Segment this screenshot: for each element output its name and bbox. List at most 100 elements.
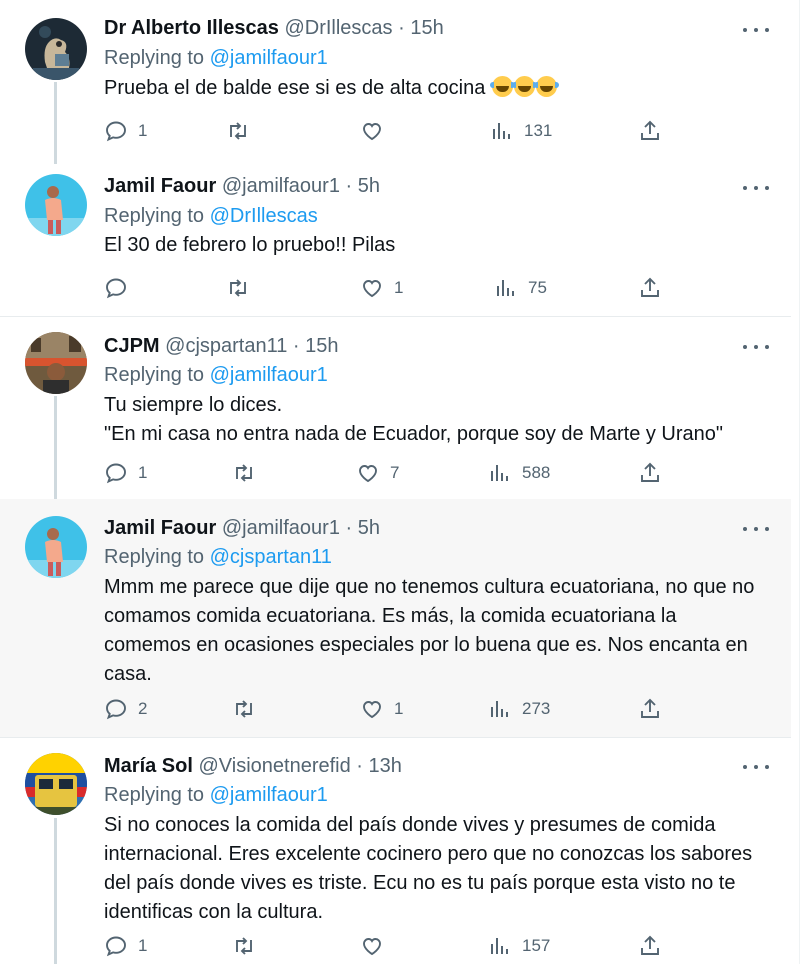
mention-link[interactable]: @jamilfaour1 <box>210 784 328 806</box>
more-icon[interactable] <box>743 21 769 39</box>
mention-link[interactable]: @cjspartan11 <box>210 546 332 568</box>
reply-button[interactable] <box>104 274 138 302</box>
retweet-button[interactable] <box>226 274 260 302</box>
tweet-text-line: "En mi casa no entra nada de Ecuador, po… <box>104 423 724 445</box>
heart-icon <box>363 938 381 956</box>
like-button[interactable] <box>360 932 394 960</box>
views-button[interactable]: 273 <box>488 695 550 723</box>
author-handle[interactable]: @jamilfaour1 <box>222 517 340 539</box>
replying-to: Replying to @DrIllescas <box>104 203 318 229</box>
views-button[interactable]: 588 <box>488 459 550 487</box>
tweet-maria-sol[interactable]: María Sol @Visionetnerefid · 13h Replyin… <box>0 738 791 964</box>
tweet-text: Mmm me parece que dije que no tenemos cu… <box>104 573 764 689</box>
tweet-time[interactable]: · 15h <box>293 335 339 357</box>
replying-to: Replying to @jamilfaour1 <box>104 782 328 808</box>
tweet-jamil-faour[interactable]: Jamil Faour @jamilfaour1 · 5h Replying t… <box>0 160 791 315</box>
avatar[interactable] <box>25 18 87 80</box>
avatar[interactable] <box>25 753 87 815</box>
views-button[interactable]: 157 <box>488 932 550 960</box>
like-button[interactable]: 1 <box>360 695 403 723</box>
reply-button[interactable]: 2 <box>104 695 147 723</box>
retweet-icon <box>236 937 252 955</box>
views-chart-icon <box>493 123 510 139</box>
tweet-time[interactable]: · 5h <box>346 517 380 539</box>
tweet-dr-illescas[interactable]: Dr Alberto Illescas @DrIllescas · 15h Re… <box>0 0 791 164</box>
views-chart-icon <box>491 701 508 717</box>
avatar[interactable] <box>25 174 87 236</box>
reply-button[interactable]: 1 <box>104 459 147 487</box>
retweet-button[interactable] <box>232 459 266 487</box>
author-name[interactable]: Jamil Faour <box>104 175 216 197</box>
reply-icon <box>106 121 126 142</box>
reply-button[interactable]: 1 <box>104 932 147 960</box>
like-count: 1 <box>394 278 404 297</box>
mention-link[interactable]: @jamilfaour1 <box>210 364 328 386</box>
replying-label: Replying to <box>104 205 205 227</box>
retweet-icon <box>236 464 252 482</box>
tweet-time[interactable]: · 5h <box>346 175 380 197</box>
reply-count: 1 <box>138 121 148 140</box>
share-button[interactable] <box>638 932 662 960</box>
tweet-time[interactable]: · 13h <box>356 755 402 777</box>
share-icon <box>641 462 659 482</box>
like-count: 7 <box>390 463 400 482</box>
reply-count: 2 <box>138 699 148 718</box>
tweet-text-line: Mmm me parece que dije que no tenemos cu… <box>104 576 755 598</box>
share-button[interactable] <box>638 117 662 145</box>
tweet-cjpm[interactable]: CJPM @cjspartan11 · 15h Replying to @jam… <box>0 317 791 501</box>
tweet-text-line: del país donde vives es triste. Ecu no e… <box>104 872 736 894</box>
tweet-text-line: comamos comida ecuatoriana. Es más, la c… <box>104 605 677 627</box>
more-icon[interactable] <box>743 758 769 776</box>
thread-connector <box>54 396 57 501</box>
author-handle[interactable]: @jamilfaour1 <box>222 175 340 197</box>
author-name[interactable]: María Sol <box>104 755 193 777</box>
share-button[interactable] <box>638 459 662 487</box>
like-button[interactable]: 1 <box>360 274 403 302</box>
reply-count: 1 <box>138 463 148 482</box>
replying-to: Replying to @jamilfaour1 <box>104 45 328 71</box>
reply-icon <box>106 699 126 720</box>
author-name[interactable]: CJPM <box>104 335 160 357</box>
share-button[interactable] <box>638 274 662 302</box>
author-name[interactable]: Dr Alberto Illescas <box>104 17 279 39</box>
like-button[interactable] <box>360 117 394 145</box>
view-count: 75 <box>528 278 547 297</box>
tweet-text: Tu siempre lo dices. "En mi casa no entr… <box>104 391 764 449</box>
share-button[interactable] <box>638 695 662 723</box>
tweet-time[interactable]: · 15h <box>398 17 444 39</box>
views-chart-icon <box>491 465 508 481</box>
tweet-text: Prueba el de balde ese si es de alta coc… <box>104 74 764 103</box>
tweet-jamil-faour-highlighted[interactable]: Jamil Faour @jamilfaour1 · 5h Replying t… <box>0 499 791 737</box>
avatar-dr-illescas <box>25 18 87 80</box>
more-icon[interactable] <box>743 338 769 356</box>
mention-link[interactable]: @jamilfaour1 <box>210 47 328 69</box>
avatar-jamil-faour <box>25 516 87 578</box>
retweet-button[interactable] <box>226 117 260 145</box>
views-button[interactable]: 131 <box>490 117 552 145</box>
avatar[interactable] <box>25 516 87 578</box>
mention-link[interactable]: @DrIllescas <box>210 205 318 227</box>
author-handle[interactable]: @Visionetnerefid <box>198 755 350 777</box>
author-handle[interactable]: @DrIllescas <box>284 17 392 39</box>
replying-label: Replying to <box>104 364 205 386</box>
thread-connector <box>54 818 57 964</box>
more-icon[interactable] <box>743 520 769 538</box>
retweet-button[interactable] <box>232 695 266 723</box>
tweet-text-line: Si no conoces la comida del país donde v… <box>104 814 716 836</box>
view-count: 157 <box>522 936 551 955</box>
views-button[interactable]: 75 <box>494 274 547 302</box>
tweet-text-line: Tu siempre lo dices. <box>104 394 283 416</box>
like-button[interactable]: 7 <box>356 459 399 487</box>
more-icon[interactable] <box>743 179 769 197</box>
view-count: 588 <box>522 463 551 482</box>
share-icon <box>641 120 659 140</box>
author-name[interactable]: Jamil Faour <box>104 517 216 539</box>
tweet-text: Si no conoces la comida del país donde v… <box>104 811 764 927</box>
tweet-text-line: internacional. Eres excelente cocinero p… <box>104 843 753 865</box>
retweet-button[interactable] <box>232 932 266 960</box>
share-icon <box>641 277 659 297</box>
author-handle[interactable]: @cjspartan11 <box>165 335 287 357</box>
avatar[interactable] <box>25 332 87 394</box>
heart-icon <box>363 701 381 719</box>
reply-button[interactable]: 1 <box>104 117 147 145</box>
